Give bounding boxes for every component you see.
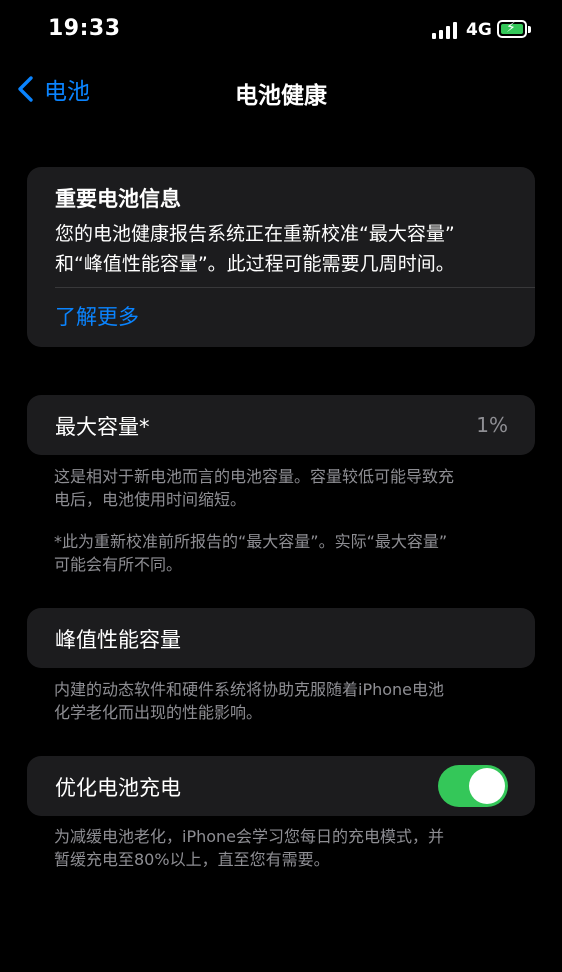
max-capacity-description: 这是相对于新电池而言的电池容量。容量较低可能导致充 电后，电池使用时间缩短。 xyxy=(54,465,524,511)
battery-health-screen: 19:33 4G ⚡ 电池 电池健康 重要电池信息 您的电池健康报告系统正在重新… xyxy=(0,0,562,972)
max-capacity-desc-line-1: 这是相对于新电池而言的电池容量。容量较低可能导致充 xyxy=(54,467,455,486)
max-capacity-row: 最大容量* 1% xyxy=(27,395,535,455)
optimized-charging-desc-line-2: 暂缓充电至80%以上，直至您有需要。 xyxy=(54,850,330,869)
learn-more-link[interactable]: 了解更多 xyxy=(55,301,139,331)
status-time: 19:33 xyxy=(48,16,121,41)
info-card-divider xyxy=(55,287,535,288)
max-capacity-note: *此为重新校准前所报告的“最大容量”。实际“最大容量” 可能会有所不同。 xyxy=(54,530,524,576)
info-card-title: 重要电池信息 xyxy=(55,187,181,211)
page-title: 电池健康 xyxy=(235,83,327,109)
status-bar: 19:33 4G ⚡ xyxy=(0,0,562,62)
optimized-charging-label: 优化电池充电 xyxy=(55,776,181,800)
max-capacity-label: 最大容量* xyxy=(55,415,150,439)
charging-bolt-icon: ⚡ xyxy=(506,20,516,36)
peak-performance-label: 峰值性能容量 xyxy=(55,628,181,652)
peak-performance-desc-line-1: 内建的动态软件和硬件系统将协助克服随着iPhone电池 xyxy=(54,680,445,699)
peak-performance-row: 峰值性能容量 xyxy=(27,608,535,668)
optimized-charging-row: 优化电池充电 xyxy=(27,756,535,816)
battery-icon: ⚡ xyxy=(497,20,527,38)
max-capacity-note-line-2: 可能会有所不同。 xyxy=(54,555,183,574)
navigation-bar: 电池 电池健康 xyxy=(0,62,562,118)
peak-performance-description: 内建的动态软件和硬件系统将协助克服随着iPhone电池 化学老化而出现的性能影响… xyxy=(54,678,524,724)
cellular-signal-icon xyxy=(432,22,458,39)
optimized-charging-description: 为减缓电池老化，iPhone会学习您每日的充电模式，并 暂缓充电至80%以上，直… xyxy=(54,825,524,871)
max-capacity-desc-line-2: 电后，电池使用时间缩短。 xyxy=(54,490,247,509)
info-card-body-line-1: 您的电池健康报告系统正在重新校准“最大容量” xyxy=(55,223,455,245)
peak-performance-desc-line-2: 化学老化而出现的性能影响。 xyxy=(54,703,263,722)
max-capacity-value: 1% xyxy=(476,413,508,437)
max-capacity-note-line-1: *此为重新校准前所报告的“最大容量”。实际“最大容量” xyxy=(54,532,448,551)
toggle-knob xyxy=(469,768,505,804)
info-card-body: 您的电池健康报告系统正在重新校准“最大容量” 和“峰值性能容量”。此过程可能需要… xyxy=(55,219,515,279)
network-type: 4G xyxy=(466,20,492,40)
important-battery-info-card: 重要电池信息 您的电池健康报告系统正在重新校准“最大容量” 和“峰值性能容量”。… xyxy=(27,167,535,347)
info-card-body-line-2: 和“峰值性能容量”。此过程可能需要几周时间。 xyxy=(55,253,455,275)
battery-tip xyxy=(528,26,531,33)
optimized-charging-toggle[interactable] xyxy=(438,765,508,807)
optimized-charging-desc-line-1: 为减缓电池老化，iPhone会学习您每日的充电模式，并 xyxy=(54,827,445,846)
